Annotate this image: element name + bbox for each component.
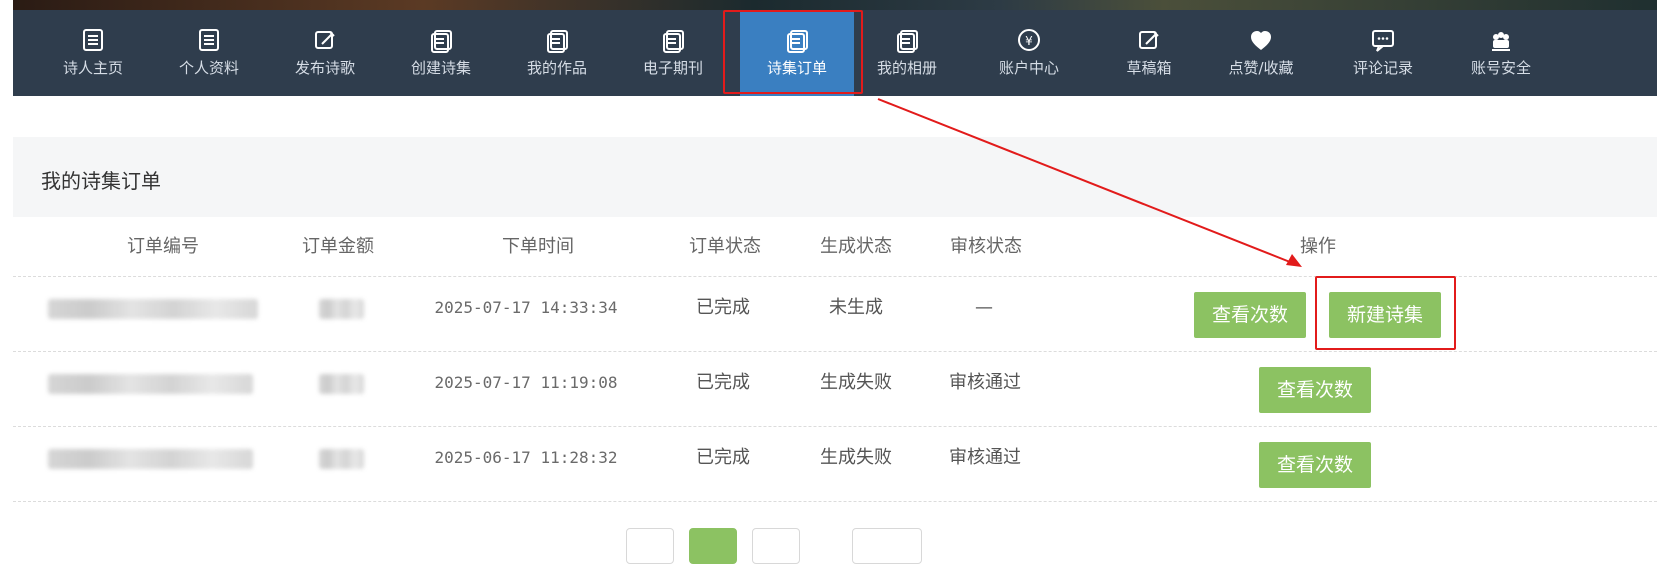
order-status: 已完成 <box>696 297 750 318</box>
panel-header: 我的诗集订单 <box>13 137 1657 217</box>
pagination-next-button[interactable] <box>752 528 800 564</box>
order-number-redacted <box>48 449 253 469</box>
header-order-no: 订单编号 <box>127 236 199 257</box>
table-bottom-divider <box>13 501 1657 502</box>
pagination-prev-button[interactable] <box>626 528 674 564</box>
security-icon <box>1486 26 1516 54</box>
document-icon <box>542 26 572 54</box>
order-number-redacted <box>48 299 258 319</box>
nav-label: 我的相册 <box>876 59 937 77</box>
nav-label: 评论记录 <box>1352 59 1413 77</box>
orders-panel: 我的诗集订单 订单编号 订单金额 下单时间 订单状态 生成状态 审核状态 操作 … <box>13 137 1657 564</box>
header-amount: 订单金额 <box>302 236 374 257</box>
nav-item-comments[interactable]: 评论记录 <box>1326 10 1440 96</box>
nav-item-collection-orders[interactable]: 诗集订单 <box>740 10 854 96</box>
generation-status: 生成失败 <box>820 372 892 393</box>
nav-label: 诗人主页 <box>62 59 123 77</box>
view-count-button[interactable]: 查看次数 <box>1259 367 1371 413</box>
order-number-redacted <box>48 374 253 394</box>
nav-item-drafts[interactable]: 草稿箱 <box>1092 10 1206 96</box>
generation-status: 生成失败 <box>820 447 892 468</box>
nav-item-e-journal[interactable]: 电子期刊 <box>616 10 730 96</box>
nav-item-likes-favorites[interactable]: 点赞/收藏 <box>1204 10 1318 96</box>
header-order-status: 订单状态 <box>689 236 761 257</box>
top-nav: 诗人主页 个人资料 发布诗歌 创建诗集 我的作品 电子期刊 诗集订单 我的相册 … <box>13 10 1657 96</box>
nav-label: 点赞/收藏 <box>1228 59 1294 77</box>
document-icon <box>426 26 456 54</box>
svg-text:¥: ¥ <box>1025 34 1033 48</box>
nav-item-account-security[interactable]: 账号安全 <box>1444 10 1558 96</box>
header-banner-strip <box>13 0 1657 10</box>
view-count-button[interactable]: 查看次数 <box>1194 292 1306 338</box>
list-icon <box>78 26 108 54</box>
header-generation-status: 生成状态 <box>820 236 892 257</box>
nav-label: 诗集订单 <box>766 59 827 77</box>
nav-label: 账号安全 <box>1470 59 1531 77</box>
yen-icon: ¥ <box>1014 26 1044 54</box>
document-icon <box>658 26 688 54</box>
document-icon <box>892 26 922 54</box>
view-count-button[interactable]: 查看次数 <box>1259 442 1371 488</box>
order-time: 2025-07-17 14:33:34 <box>434 298 618 317</box>
edit-icon <box>310 26 340 54</box>
new-collection-button[interactable]: 新建诗集 <box>1329 292 1441 338</box>
nav-label: 账户中心 <box>998 59 1059 77</box>
table-row: 2025-07-17 14:33:34 已完成 未生成 — 查看次数 新建诗集 <box>13 276 1657 351</box>
order-amount-redacted <box>319 299 364 319</box>
pagination <box>626 528 926 564</box>
nav-item-poet-home[interactable]: 诗人主页 <box>36 10 150 96</box>
order-time: 2025-06-17 11:28:32 <box>434 448 618 467</box>
nav-label: 创建诗集 <box>410 59 471 77</box>
nav-label: 我的作品 <box>526 59 587 77</box>
nav-label: 发布诗歌 <box>294 59 355 77</box>
nav-label: 草稿箱 <box>1126 59 1172 77</box>
table-row: 2025-06-17 11:28:32 已完成 生成失败 审核通过 查看次数 <box>13 426 1657 501</box>
pagination-jump-button[interactable] <box>852 528 922 564</box>
nav-label: 个人资料 <box>178 59 239 77</box>
order-status: 已完成 <box>696 447 750 468</box>
pagination-page-button[interactable] <box>689 528 737 564</box>
nav-item-account-center[interactable]: ¥ 账户中心 <box>972 10 1086 96</box>
order-status: 已完成 <box>696 372 750 393</box>
review-status: 审核通过 <box>949 372 1021 393</box>
document-icon <box>782 26 812 54</box>
edit-icon <box>1134 26 1164 54</box>
table-row: 2025-07-17 11:19:08 已完成 生成失败 审核通过 查看次数 <box>13 351 1657 426</box>
comment-icon <box>1368 26 1398 54</box>
header-review-status: 审核状态 <box>950 236 1022 257</box>
panel-title: 我的诗集订单 <box>41 169 161 193</box>
orders-table: 订单编号 订单金额 下单时间 订单状态 生成状态 审核状态 操作 2025-07… <box>13 217 1657 507</box>
nav-item-publish-poem[interactable]: 发布诗歌 <box>268 10 382 96</box>
header-actions: 操作 <box>1300 236 1336 257</box>
order-amount-redacted <box>319 449 364 469</box>
nav-item-my-album[interactable]: 我的相册 <box>850 10 964 96</box>
list-icon <box>194 26 224 54</box>
review-status: — <box>975 297 993 318</box>
review-status: 审核通过 <box>949 447 1021 468</box>
nav-item-create-collection[interactable]: 创建诗集 <box>384 10 498 96</box>
nav-label: 电子期刊 <box>642 59 703 77</box>
order-time: 2025-07-17 11:19:08 <box>434 373 618 392</box>
order-amount-redacted <box>319 374 364 394</box>
header-order-time: 下单时间 <box>502 236 574 257</box>
generation-status: 未生成 <box>829 297 883 318</box>
nav-item-profile[interactable]: 个人资料 <box>152 10 266 96</box>
nav-item-my-works[interactable]: 我的作品 <box>500 10 614 96</box>
heart-icon <box>1246 26 1276 54</box>
